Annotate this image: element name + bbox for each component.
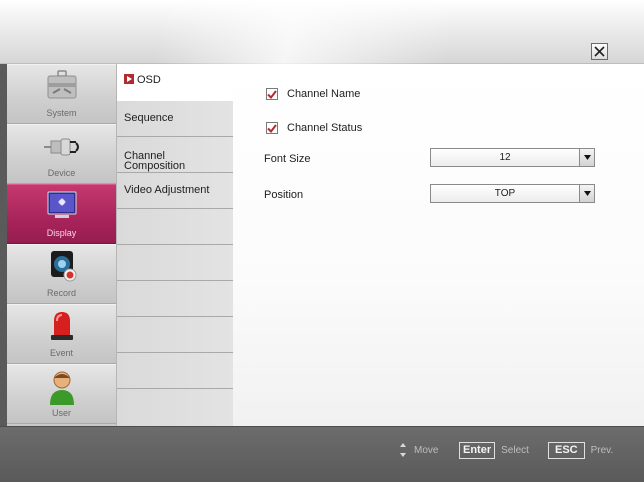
submenu-item-video-adjustment[interactable]: Video Adjustment [117, 173, 234, 209]
submenu-empty-row [117, 281, 234, 317]
close-button[interactable] [591, 43, 608, 60]
triangle-down-icon [583, 191, 591, 196]
submenu-item-label: Video Adjustment [124, 184, 210, 196]
submenu-item-label: Sequence [124, 112, 174, 124]
sidebar-item-device[interactable]: Device [7, 124, 116, 184]
up-down-arrows-icon [400, 443, 406, 457]
font-size-select[interactable]: 12 [430, 148, 595, 167]
alarm-light-icon [51, 312, 73, 340]
submenu-item-sequence[interactable]: Sequence [117, 101, 234, 137]
monitor-icon [47, 191, 77, 218]
select-hint: Enter Select [459, 440, 529, 460]
submenu-item-label: Channel Composition [124, 150, 186, 172]
plug-icon [44, 138, 79, 156]
channel-status-label: Channel Status [287, 122, 363, 134]
main-menu-sidebar: System Device Display Record Event User [7, 64, 116, 426]
osd-settings-panel: Channel Name Channel Status Font Size 12… [233, 64, 644, 426]
move-label: Move [414, 444, 439, 456]
channel-status-checkbox[interactable] [266, 122, 278, 134]
header-shine [0, 0, 644, 64]
sidebar-item-record[interactable]: Record [7, 244, 116, 304]
sidebar-item-label: Event [49, 348, 73, 358]
sidebar-item-label: Device [47, 168, 76, 178]
arrow-right-icon [124, 74, 134, 84]
prev-label: Prev. [590, 444, 614, 456]
checkmark-icon [267, 123, 277, 133]
channel-status-option[interactable]: Channel Status [266, 121, 362, 135]
camera-record-icon [51, 251, 77, 282]
position-value: TOP [494, 188, 516, 199]
channel-name-label: Channel Name [287, 88, 361, 100]
position-label: Position [264, 189, 304, 201]
sidebar-item-label: Record [46, 288, 76, 298]
submenu-empty-row [117, 353, 234, 389]
sidebar-item-system[interactable]: System [7, 64, 116, 124]
sidebar-item-user[interactable]: User [7, 364, 116, 424]
submenu-empty-row [117, 317, 234, 353]
font-size-label: Font Size [264, 153, 311, 165]
submenu-item-channel-composition[interactable]: Channel Composition [117, 137, 234, 173]
sidebar-item-label: System [46, 108, 77, 118]
select-label: Select [501, 444, 529, 456]
font-size-dropdown-button[interactable] [579, 149, 594, 166]
font-size-value: 12 [499, 152, 511, 163]
sidebar-item-display[interactable]: Display [7, 184, 116, 244]
sidebar-item-event[interactable]: Event [7, 304, 116, 364]
submenu-item-osd[interactable]: OSD [117, 64, 235, 101]
enter-key: Enter [459, 441, 496, 459]
triangle-down-icon [583, 155, 591, 160]
footer-hint-bar: Move Enter Select ESC Prev. [0, 426, 644, 482]
move-hint: Move [399, 440, 438, 460]
submenu-empty-row [117, 245, 234, 281]
channel-name-checkbox[interactable] [266, 88, 278, 100]
display-submenu: OSD Sequence Channel Composition Video A… [116, 64, 235, 426]
header-bar [0, 0, 644, 64]
position-dropdown-button[interactable] [579, 185, 594, 202]
submenu-item-label: OSD [137, 74, 161, 86]
submenu-empty-row [117, 389, 234, 425]
sidebar-item-label: Display [46, 228, 77, 238]
channel-name-option[interactable]: Channel Name [266, 87, 360, 101]
user-icon [50, 371, 74, 405]
toolbox-icon [47, 70, 77, 99]
submenu-empty-row [117, 209, 234, 245]
esc-key: ESC [548, 441, 585, 459]
position-select[interactable]: TOP [430, 184, 595, 203]
close-icon [594, 46, 605, 57]
checkmark-icon [267, 89, 277, 99]
sidebar-item-label: User [51, 408, 71, 418]
prev-hint: ESC Prev. [548, 440, 613, 460]
